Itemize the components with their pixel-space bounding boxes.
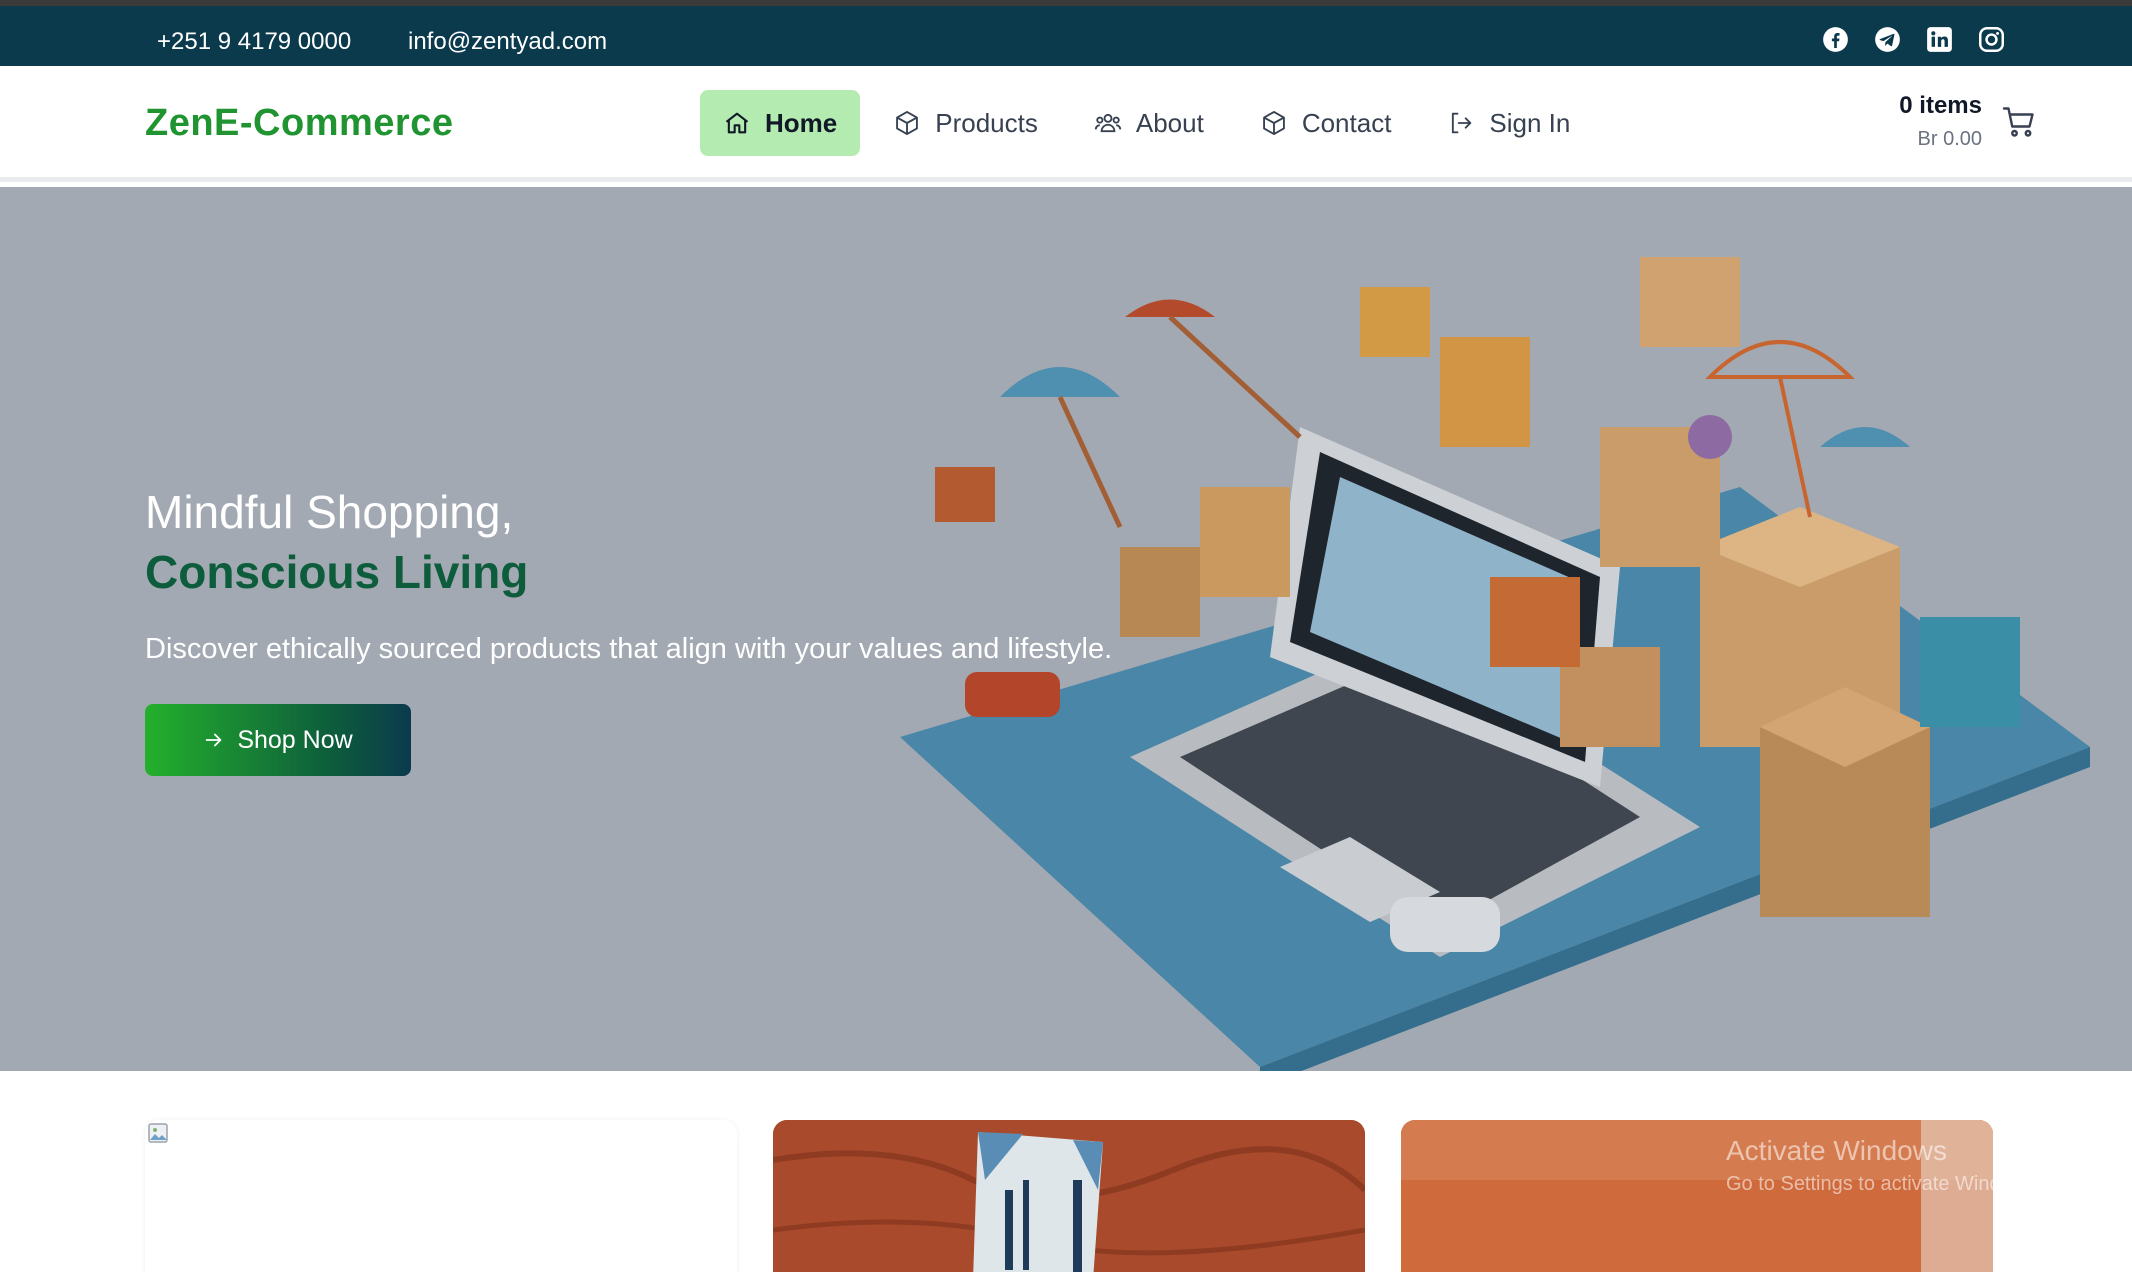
broken-image-icon — [148, 1123, 168, 1143]
social-links — [1822, 26, 2005, 53]
watermark-title: Activate Windows — [1726, 1135, 1947, 1166]
cart-icon[interactable] — [2001, 104, 2037, 140]
instagram-icon[interactable] — [1978, 26, 2005, 53]
hero-subtitle: Discover ethically sourced products that… — [145, 633, 1113, 665]
product-card[interactable] — [145, 1120, 737, 1272]
nav-products-label: Products — [935, 107, 1038, 138]
shop-now-button[interactable]: Shop Now — [145, 704, 411, 776]
nav-about-label: About — [1135, 107, 1204, 138]
site-logo[interactable]: ZenE-Commerce — [145, 102, 453, 145]
nav-home-label: Home — [765, 107, 838, 138]
nav-sign-in[interactable]: Sign In — [1424, 90, 1593, 156]
cart-total: Br 0.00 — [1917, 128, 1982, 150]
cart-item-count: 0 items — [1899, 92, 1982, 119]
linkedin-icon[interactable] — [1926, 26, 1953, 53]
product-image — [773, 1120, 1365, 1272]
nav-products[interactable]: Products — [870, 90, 1061, 156]
nav-about[interactable]: About — [1071, 90, 1227, 156]
cart-summary[interactable]: 0 items Br 0.00 — [1899, 92, 1982, 151]
nav-home[interactable]: Home — [700, 90, 861, 156]
box-icon — [1262, 110, 1285, 136]
main-header: ZenE-Commerce Home Products About Contac… — [0, 66, 2132, 182]
sign-in-icon — [1452, 112, 1472, 134]
hero-title-line2: Conscious Living — [145, 546, 529, 598]
home-icon — [725, 112, 749, 134]
nav-contact-label: Contact — [1301, 107, 1392, 138]
box-icon — [896, 110, 919, 136]
top-info-bar: +251 9 4179 0000 info@zentyad.com — [0, 0, 2132, 66]
phone-number[interactable]: +251 9 4179 0000 — [157, 12, 351, 72]
product-card[interactable] — [773, 1120, 1365, 1272]
hero-text: Mindful Shopping, Conscious Living Disco… — [145, 485, 1112, 666]
hero-title-line1: Mindful Shopping, — [145, 486, 514, 538]
shop-now-label: Shop Now — [237, 725, 353, 754]
nav-contact[interactable]: Contact — [1237, 90, 1415, 156]
watermark-subtitle: Go to Settings to activate Windows. — [1726, 1173, 2042, 1195]
email-address[interactable]: info@zentyad.com — [408, 12, 607, 72]
main-nav: Home Products About Contact Sign In — [700, 90, 1603, 156]
hero-banner: Mindful Shopping, Conscious Living Disco… — [0, 187, 2132, 1071]
telegram-icon[interactable] — [1874, 26, 1901, 53]
os-activation-watermark: Activate Windows Go to Settings to activ… — [1726, 1135, 2042, 1196]
arrow-right-icon — [206, 733, 222, 747]
users-icon — [1094, 113, 1122, 133]
nav-sign-in-label: Sign In — [1489, 107, 1571, 138]
facebook-icon[interactable] — [1822, 26, 1849, 53]
